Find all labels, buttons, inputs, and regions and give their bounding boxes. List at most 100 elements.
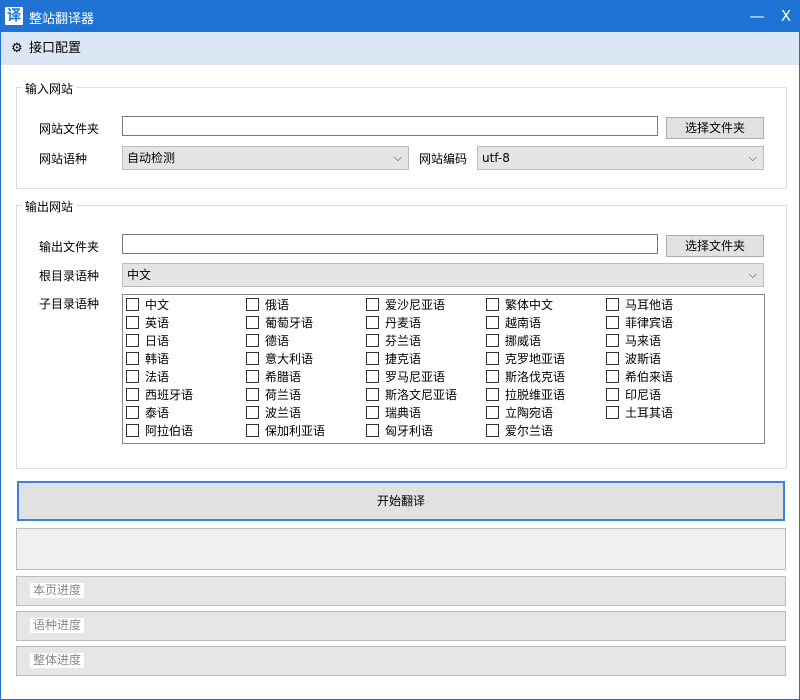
language-checkbox[interactable]: 波斯语 bbox=[606, 350, 661, 368]
language-checkbox[interactable]: 丹麦语 bbox=[366, 314, 421, 332]
sub-language-checklist: 中文英语日语韩语法语西班牙语泰语阿拉伯语 俄语 葡萄牙语 德语意大利语希腊语 荷兰语 波兰… bbox=[122, 294, 765, 444]
checkbox-icon bbox=[246, 334, 259, 347]
output-folder-label: 输出文件夹 bbox=[39, 240, 100, 254]
config-menu-label: 接口配置 bbox=[29, 41, 82, 56]
checkbox-icon bbox=[366, 406, 379, 419]
total-progress-label: 整体进度 bbox=[30, 653, 85, 668]
language-checkbox-label: 法语 bbox=[145, 370, 170, 384]
output-folder-browse-button[interactable]: 选择文件夹 bbox=[666, 235, 764, 257]
output-folder-input[interactable] bbox=[122, 234, 658, 254]
language-checkbox-label: 马耳他语 bbox=[625, 298, 674, 312]
start-translate-button[interactable]: 开始翻译 bbox=[17, 481, 785, 521]
language-checkbox[interactable]: 克罗地亚语 bbox=[486, 350, 565, 368]
language-checkbox[interactable]: 罗马尼亚语 bbox=[366, 368, 445, 386]
language-checkbox[interactable]: 越南语 bbox=[486, 314, 541, 332]
sub-language-label: 子目录语种 bbox=[39, 297, 100, 311]
language-checkbox[interactable]: 保加利亚语 bbox=[246, 422, 325, 440]
checkbox-icon bbox=[366, 370, 379, 383]
config-menu-item[interactable]: ⚙ 接口配置 bbox=[11, 40, 81, 58]
language-checkbox[interactable]: 爱尔兰语 bbox=[486, 422, 553, 440]
language-checkbox-label: 韩语 bbox=[145, 352, 170, 366]
site-folder-browse-button[interactable]: 选择文件夹 bbox=[666, 117, 764, 139]
language-checkbox[interactable]: 波兰语 bbox=[246, 404, 301, 422]
language-checkbox[interactable]: 德语 bbox=[246, 332, 289, 350]
total-progress-bar: 整体进度 bbox=[16, 646, 786, 676]
checkbox-icon bbox=[486, 424, 499, 437]
checkbox-icon bbox=[486, 406, 499, 419]
language-checkbox-label: 菲律宾语 bbox=[625, 316, 674, 330]
language-checkbox[interactable]: 印尼语 bbox=[606, 386, 661, 404]
checkbox-icon bbox=[366, 298, 379, 311]
language-checkbox[interactable]: 马来语 bbox=[606, 332, 661, 350]
language-checkbox-label: 西班牙语 bbox=[145, 388, 194, 402]
language-checkbox[interactable]: 立陶宛语 bbox=[486, 404, 553, 422]
language-checkbox[interactable]: 菲律宾语 bbox=[606, 314, 673, 332]
language-checkbox[interactable]: 瑞典语 bbox=[366, 404, 421, 422]
language-checkbox[interactable]: 爱沙尼亚语 bbox=[366, 296, 445, 314]
language-checkbox[interactable]: 挪威语 bbox=[486, 332, 541, 350]
app-window: 译 整站翻译器 — X ⚙ 接口配置 输入网站 网站文件夹 选择文件夹 网站语种 … bbox=[0, 0, 800, 700]
checkbox-icon bbox=[126, 298, 139, 311]
language-checkbox[interactable]: 意大利语 bbox=[246, 350, 313, 368]
language-checkbox[interactable]: 英语 bbox=[126, 314, 169, 332]
checkbox-icon bbox=[246, 406, 259, 419]
language-checkbox[interactable]: 法语 bbox=[126, 368, 169, 386]
checkbox-icon bbox=[126, 352, 139, 365]
language-checkbox-label: 印尼语 bbox=[625, 388, 662, 402]
language-checkbox[interactable]: 繁体中文 bbox=[486, 296, 553, 314]
language-checkbox[interactable]: 匈牙利语 bbox=[366, 422, 433, 440]
checkbox-icon bbox=[366, 424, 379, 437]
language-checkbox[interactable]: 希伯来语 bbox=[606, 368, 673, 386]
language-checkbox[interactable]: 芬兰语 bbox=[366, 332, 421, 350]
checkbox-icon bbox=[366, 316, 379, 329]
language-checkbox[interactable]: 俄语 bbox=[246, 296, 289, 314]
chevron-down-icon: ⌵ bbox=[748, 268, 757, 281]
checkbox-icon bbox=[486, 352, 499, 365]
checkbox-icon bbox=[126, 406, 139, 419]
checkbox-icon bbox=[126, 316, 139, 329]
language-checkbox-label: 丹麦语 bbox=[385, 316, 422, 330]
site-encoding-value: utf-8 bbox=[482, 151, 510, 165]
language-checkbox-label: 意大利语 bbox=[265, 352, 314, 366]
site-language-label: 网站语种 bbox=[39, 152, 88, 166]
language-checkbox[interactable]: 马耳他语 bbox=[606, 296, 673, 314]
language-checkbox-label: 瑞典语 bbox=[385, 406, 422, 420]
language-checkbox[interactable]: 葡萄牙语 bbox=[246, 314, 313, 332]
language-checkbox-label: 中文 bbox=[145, 298, 170, 312]
language-checkbox[interactable]: 捷克语 bbox=[366, 350, 421, 368]
checkbox-icon bbox=[606, 298, 619, 311]
language-checkbox[interactable]: 斯洛文尼亚语 bbox=[366, 386, 457, 404]
language-checkbox[interactable]: 土耳其语 bbox=[606, 404, 673, 422]
status-panel bbox=[16, 528, 786, 570]
site-folder-input[interactable] bbox=[122, 116, 658, 136]
language-checkbox-label: 斯洛伐克语 bbox=[505, 370, 566, 384]
checkbox-icon bbox=[366, 388, 379, 401]
checkbox-icon bbox=[246, 370, 259, 383]
language-checkbox-label: 英语 bbox=[145, 316, 170, 330]
checkbox-icon bbox=[486, 388, 499, 401]
language-checkbox[interactable]: 荷兰语 bbox=[246, 386, 301, 404]
language-checkbox-label: 马来语 bbox=[625, 334, 662, 348]
site-encoding-select[interactable]: utf-8 ⌵ bbox=[477, 146, 764, 170]
language-checkbox[interactable]: 斯洛伐克语 bbox=[486, 368, 565, 386]
language-checkbox[interactable]: 希腊语 bbox=[246, 368, 301, 386]
root-language-select[interactable]: 中文 ⌵ bbox=[122, 263, 764, 287]
language-checkbox-label: 泰语 bbox=[145, 406, 170, 420]
minimize-button[interactable]: — bbox=[743, 5, 771, 27]
language-checkbox[interactable]: 拉脱维亚语 bbox=[486, 386, 565, 404]
site-language-select[interactable]: 自动检测 ⌵ bbox=[122, 146, 409, 170]
language-checkbox[interactable]: 日语 bbox=[126, 332, 169, 350]
language-checkbox[interactable]: 西班牙语 bbox=[126, 386, 193, 404]
language-checkbox[interactable]: 阿拉伯语 bbox=[126, 422, 193, 440]
language-checkbox-label: 日语 bbox=[145, 334, 170, 348]
checkbox-icon bbox=[486, 298, 499, 311]
close-button[interactable]: X bbox=[772, 5, 800, 27]
language-checkbox[interactable]: 泰语 bbox=[126, 404, 169, 422]
language-checkbox[interactable]: 中文 bbox=[126, 296, 169, 314]
chevron-down-icon: ⌵ bbox=[748, 151, 757, 164]
checkbox-icon bbox=[246, 424, 259, 437]
root-language-value: 中文 bbox=[127, 268, 152, 282]
language-checkbox[interactable]: 韩语 bbox=[126, 350, 169, 368]
checkbox-icon bbox=[366, 352, 379, 365]
language-checkbox-label: 芬兰语 bbox=[385, 334, 422, 348]
